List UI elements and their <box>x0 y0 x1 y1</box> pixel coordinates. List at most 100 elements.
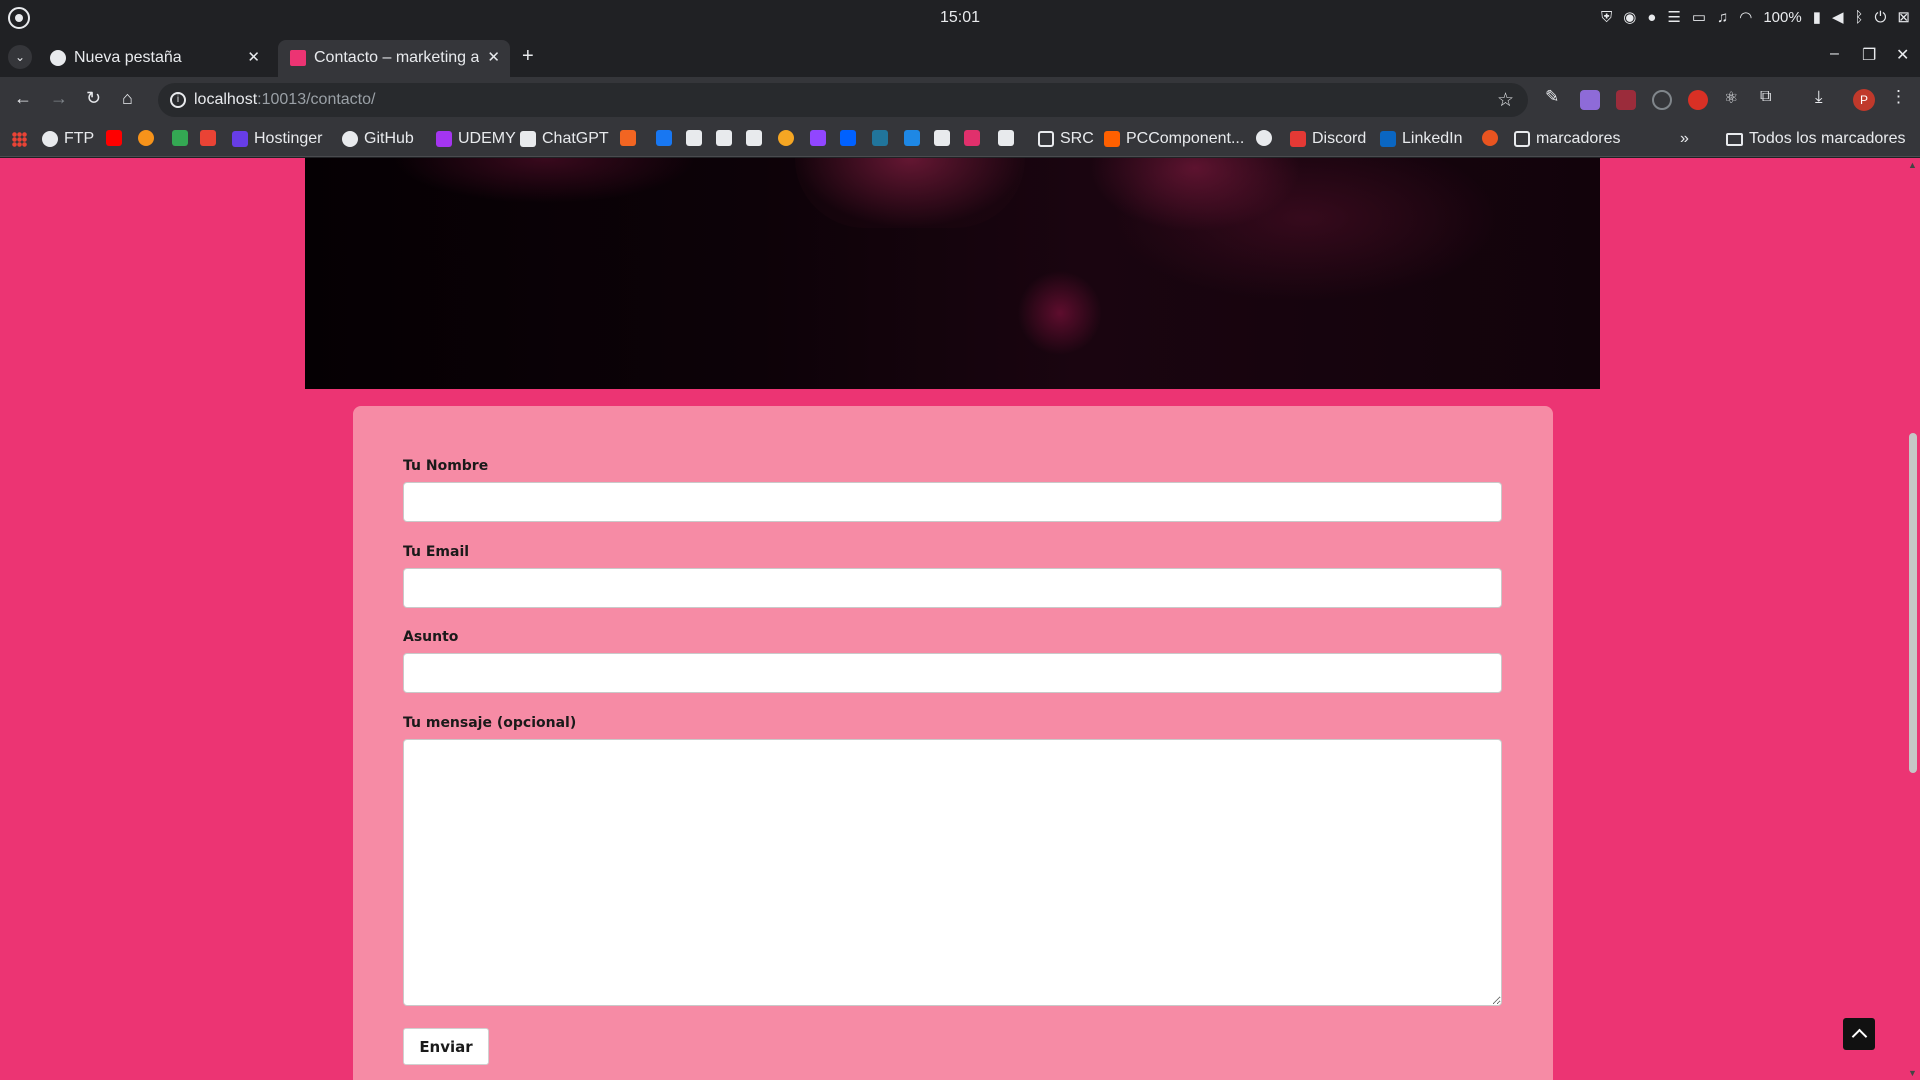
scrollbar-thumb[interactable] <box>1909 433 1917 773</box>
system-tray: ⛨ ◉ ● ☰ ▭ ♫ ◠ 100% ▮ ◀ ᛒ ⏻ ⊠ <box>1601 6 1910 30</box>
bookmark-item[interactable] <box>686 130 702 146</box>
new-tab-button[interactable]: + <box>522 45 534 68</box>
apps-grid-icon[interactable] <box>12 132 27 147</box>
battery-icon[interactable]: ▮ <box>1813 6 1821 30</box>
bookmark-item[interactable]: Hostinger <box>232 130 322 148</box>
scroll-to-top-button[interactable] <box>1843 1018 1875 1050</box>
bookmark-label: marcadores <box>1536 130 1621 147</box>
pen-extension-icon[interactable]: ✎ <box>1545 87 1565 107</box>
download-icon[interactable]: ⤓ <box>1815 87 1835 107</box>
reload-icon[interactable]: ↻ <box>86 88 101 109</box>
bookmark-item[interactable]: Discord <box>1290 130 1366 148</box>
bookmark-item[interactable] <box>840 130 856 146</box>
tab-contacto[interactable]: Contacto – marketing a ✕ <box>278 40 510 77</box>
notification-bell-icon[interactable]: ♫ <box>1717 6 1728 30</box>
name-field[interactable] <box>403 482 1502 522</box>
bookmark-item[interactable] <box>964 130 980 146</box>
linkedin-icon <box>1380 131 1396 147</box>
nvidia-icon[interactable]: ◉ <box>1623 6 1636 30</box>
site-info-icon[interactable]: i <box>170 92 186 108</box>
page-scrollbar[interactable]: ▲ ▼ <box>1905 158 1920 1080</box>
bookmark-item[interactable] <box>716 130 732 146</box>
record-icon[interactable]: ● <box>1647 6 1656 30</box>
bookmark-item[interactable] <box>746 130 762 146</box>
bookmark-label: UDEMY <box>458 130 516 147</box>
bookmark-item[interactable] <box>1256 130 1272 146</box>
shield-icon[interactable]: ⛨ <box>1601 6 1612 30</box>
scroll-up-icon[interactable]: ▲ <box>1908 160 1917 170</box>
react-extension-icon[interactable]: ⚛ <box>1724 88 1744 108</box>
close-tab-icon[interactable]: ✕ <box>247 48 260 66</box>
bookmark-label: PCComponent... <box>1126 130 1245 147</box>
address-url[interactable]: localhost:10013/contacto/ <box>194 91 375 109</box>
site-grid-icon <box>290 50 306 66</box>
send-button[interactable]: Enviar <box>403 1028 489 1065</box>
bookmark-item[interactable] <box>172 130 188 146</box>
menu-icon[interactable]: ☰ <box>1667 6 1680 30</box>
bookmark-item[interactable] <box>934 130 950 146</box>
bookmark-item[interactable] <box>1482 130 1498 146</box>
scroll-down-icon[interactable]: ▼ <box>1908 1068 1917 1078</box>
tab-new-tab[interactable]: Nueva pestaña ✕ <box>38 40 270 77</box>
bookmark-item[interactable]: ChatGPT <box>520 130 609 148</box>
home-icon[interactable]: ⌂ <box>122 88 133 109</box>
hand-extension-icon[interactable] <box>1688 90 1708 110</box>
instagram-icon <box>964 130 980 146</box>
bookmark-item[interactable] <box>106 130 122 146</box>
bookmark-item[interactable]: FTP <box>42 130 94 148</box>
clipboard-icon[interactable]: ▭ <box>1692 6 1706 30</box>
bookmark-item[interactable] <box>904 130 920 146</box>
back-icon[interactable]: ← <box>14 88 32 109</box>
facebook-icon <box>656 130 672 146</box>
close-tab-icon[interactable]: ✕ <box>487 48 500 66</box>
all-bookmarks-button[interactable]: Todos los marcadores <box>1726 130 1906 148</box>
amazon-icon <box>998 130 1014 146</box>
bluetooth-icon[interactable]: ᛒ <box>1855 6 1864 30</box>
bookmark-item[interactable]: UDEMY <box>436 130 516 148</box>
profile-avatar[interactable]: P <box>1853 89 1875 111</box>
bookmark-item[interactable] <box>620 130 636 146</box>
bookmark-label: Discord <box>1312 130 1367 147</box>
battery-level[interactable]: 100% <box>1763 6 1801 30</box>
bookmark-item[interactable]: SRC <box>1038 130 1094 148</box>
forward-icon[interactable]: → <box>50 88 68 109</box>
bookmark-item[interactable] <box>778 130 794 146</box>
bookmarks-overflow-icon[interactable]: » <box>1680 130 1689 148</box>
bookmark-label: FTP <box>64 130 95 147</box>
bookmark-item[interactable] <box>138 130 154 146</box>
browser-toolbar: ← → ↻ ⌂ i localhost:10013/contacto/ ☆ ✎ … <box>0 77 1920 123</box>
compass-extension-icon[interactable] <box>1652 90 1672 110</box>
subject-field[interactable] <box>403 653 1502 693</box>
bookmark-item[interactable] <box>810 130 826 146</box>
bookmark-star-icon[interactable]: ☆ <box>1497 89 1514 112</box>
extensions-puzzle-icon[interactable]: ⧉ <box>1760 88 1780 108</box>
bookmark-item[interactable] <box>200 130 216 146</box>
more-menu-icon[interactable]: ⋮ <box>1890 87 1910 107</box>
bookmark-item[interactable] <box>656 130 672 146</box>
grid-extension-icon[interactable] <box>1616 90 1636 110</box>
bookmark-item[interactable] <box>872 130 888 146</box>
volume-icon[interactable]: ◀ <box>1832 6 1844 30</box>
globe-icon <box>42 131 58 147</box>
udemy-icon <box>436 131 452 147</box>
email-field[interactable] <box>403 568 1502 608</box>
coin-icon <box>778 130 794 146</box>
bookmark-item[interactable]: GitHub <box>342 130 414 148</box>
bookmark-item[interactable] <box>998 130 1014 146</box>
tab-search-button[interactable]: ⌄ <box>8 45 32 69</box>
bookmark-item[interactable]: LinkedIn <box>1380 130 1463 148</box>
power-icon[interactable]: ⏻ <box>1875 6 1887 30</box>
address-bar[interactable]: i localhost:10013/contacto/ ☆ <box>158 83 1528 117</box>
folder-icon <box>1038 131 1054 147</box>
gear-extension-icon[interactable] <box>1580 90 1600 110</box>
minimize-icon[interactable]: – <box>1830 45 1839 63</box>
restore-icon[interactable]: ❐ <box>1862 45 1876 65</box>
subject-label: Asunto <box>403 629 459 645</box>
message-field[interactable] <box>403 739 1502 1006</box>
wifi-icon[interactable]: ◠ <box>1739 6 1752 30</box>
bookmark-item[interactable]: PCComponent... <box>1104 130 1244 148</box>
bookmark-item[interactable]: marcadores <box>1514 130 1620 148</box>
close-session-icon[interactable]: ⊠ <box>1897 6 1910 30</box>
close-window-icon[interactable]: ✕ <box>1896 45 1909 65</box>
chrome-icon <box>50 50 66 66</box>
